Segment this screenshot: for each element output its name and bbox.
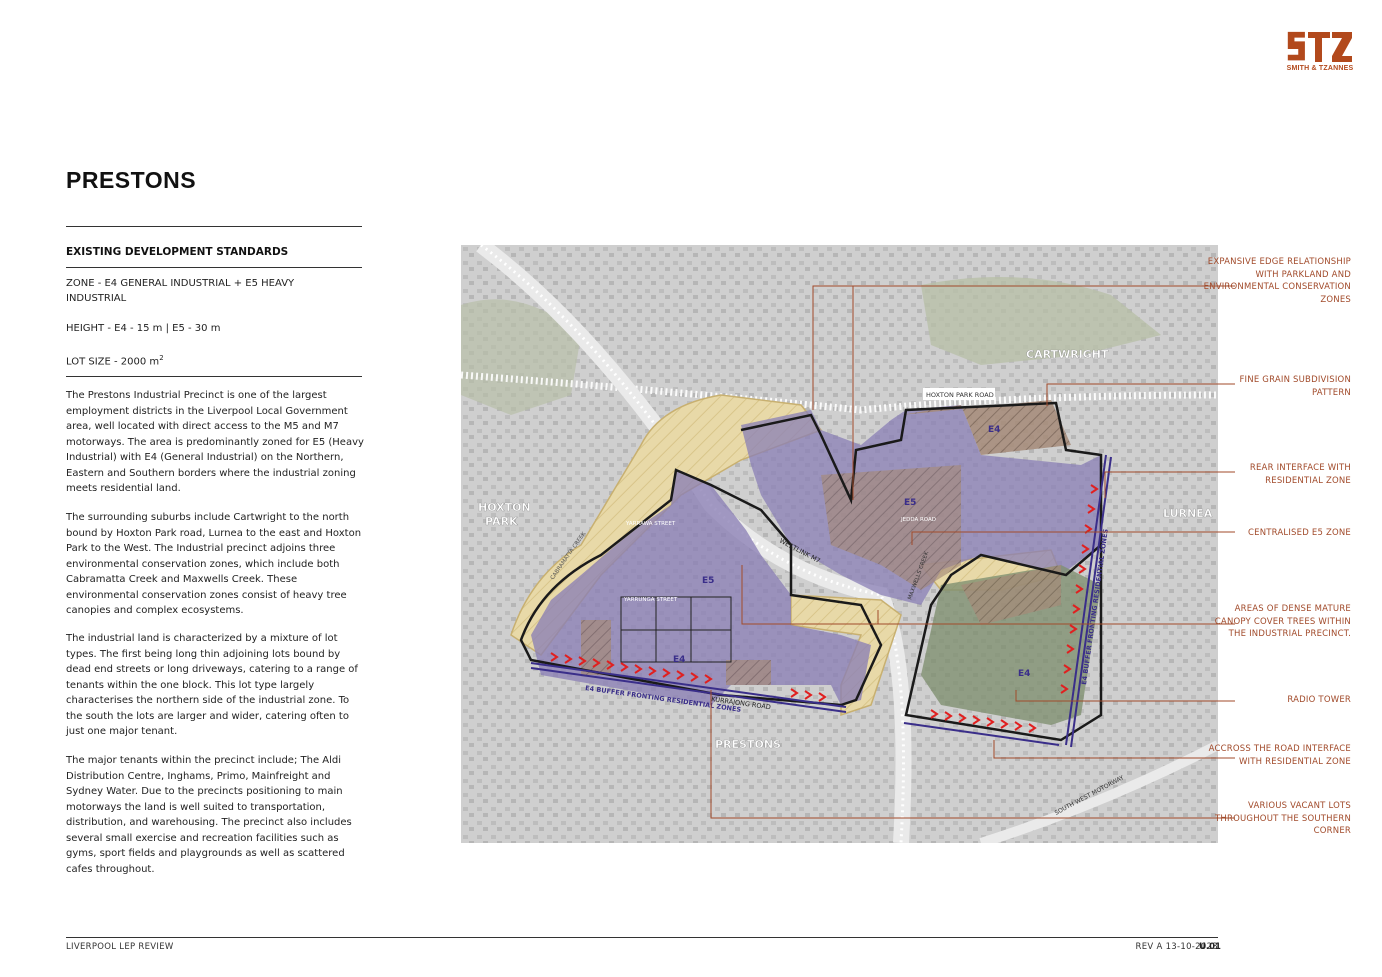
callout-rear-interface: REAR INTERFACE WITH RESIDENTIAL ZONE: [1249, 463, 1351, 486]
logo-mark-icon: [1287, 31, 1352, 62]
zone-standard: ZONE - E4 GENERAL INDUSTRIAL + E5 HEAVY …: [66, 278, 295, 304]
zone-label-e4-south: E4: [673, 655, 685, 665]
suburb-prestons: PRESTONS: [715, 738, 781, 751]
callout-centralised-e5: CENTRALISED E5 ZONE: [1247, 528, 1351, 538]
lot-size-text: LOT SIZE - 2000 m: [66, 356, 160, 368]
road-jedda: JEDDA ROAD: [900, 517, 936, 523]
paragraph-lot-types: The industrial land is characterized by …: [66, 633, 358, 737]
footer-divider: [66, 937, 1218, 938]
zone-label-e5-central: E5: [904, 498, 916, 508]
standards-bottom-divider: [66, 376, 362, 377]
zone-label-e5-west: E5: [702, 576, 714, 586]
road-yarrunga: YARRUNGA STREET: [623, 597, 678, 603]
road-yarrawa: YARRAWA STREET: [625, 521, 676, 527]
lot-size-standard: LOT SIZE - 2000 m2: [66, 351, 356, 369]
aerial-map-svg: CARTWRIGHT HOXTON PARK LURNEA PRESTONS HO…: [461, 245, 1218, 843]
footer-page-number: U.01: [1199, 942, 1221, 952]
zone-label-e4-east: E4: [1018, 669, 1030, 679]
paragraph-suburbs: The surrounding suburbs include Cartwrig…: [66, 512, 362, 616]
lot-size-superscript: 2: [159, 354, 164, 362]
suburb-cartwright: CARTWRIGHT: [1026, 348, 1109, 361]
standards-divider: [66, 267, 362, 268]
height-standard: HEIGHT - E4 - 15 m | E5 - 30 m: [66, 323, 221, 334]
paragraph-intro: The Prestons Industrial Precinct is one …: [66, 390, 364, 494]
callout-across-road: ACCROSS THE ROAD INTERFACE WITH RESIDENT…: [1208, 744, 1351, 767]
callout-edge-relationship: EXPANSIVE EDGE RELATIONSHIP WITH PARKLAN…: [1203, 257, 1351, 305]
standards-heading: EXISTING DEVELOPMENT STANDARDS: [66, 246, 289, 258]
footer-document-title: LIVERPOOL LEP REVIEW: [66, 942, 174, 952]
logo-text: SMITH & TZANNES: [1286, 65, 1354, 72]
suburb-lurnea: LURNEA: [1163, 507, 1213, 520]
paragraph-tenants: The major tenants within the precinct in…: [66, 755, 352, 875]
title-divider: [66, 226, 362, 227]
callout-fine-grain: FINE GRAIN SUBDIVISION PATTERN: [1239, 375, 1351, 398]
callout-vacant-lots: VARIOUS VACANT LOTS THROUGHOUT THE SOUTH…: [1215, 801, 1351, 837]
precinct-map: CARTWRIGHT HOXTON PARK LURNEA PRESTONS HO…: [461, 245, 1218, 843]
zone-label-e4-north: E4: [988, 425, 1000, 435]
callout-radio-tower: RADIO TOWER: [1287, 695, 1351, 705]
smith-tzannes-logo: SMITH & TZANNES: [1284, 30, 1356, 76]
road-hoxton-park: HOXTON PARK ROAD: [926, 391, 994, 399]
page-title: PRESTONS: [66, 167, 197, 193]
callout-dense-canopy: AREAS OF DENSE MATURE CANOPY COVER TREES…: [1214, 604, 1351, 640]
